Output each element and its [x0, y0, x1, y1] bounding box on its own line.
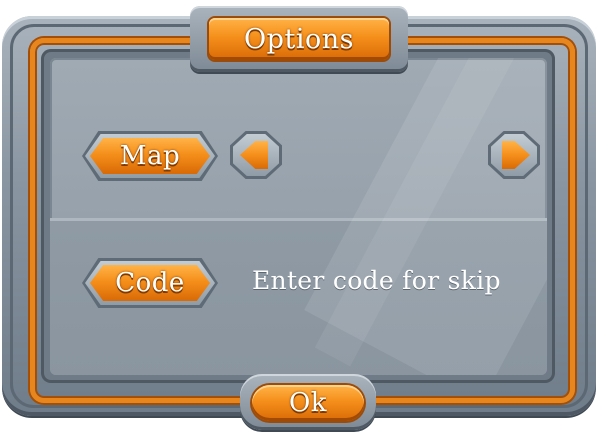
options-panel: [50, 58, 547, 375]
options-title: Options: [209, 18, 389, 60]
arrow-right-icon[interactable]: [502, 141, 530, 169]
code-button[interactable]: Code: [90, 265, 210, 301]
code-hint-text: Enter code for skip: [252, 266, 501, 295]
arrow-left-icon[interactable]: [240, 141, 268, 169]
map-button[interactable]: Map: [90, 138, 210, 174]
code-button-frame: Code: [82, 258, 218, 308]
ok-button[interactable]: Ok: [252, 385, 364, 421]
map-button-frame: Map: [82, 131, 218, 181]
